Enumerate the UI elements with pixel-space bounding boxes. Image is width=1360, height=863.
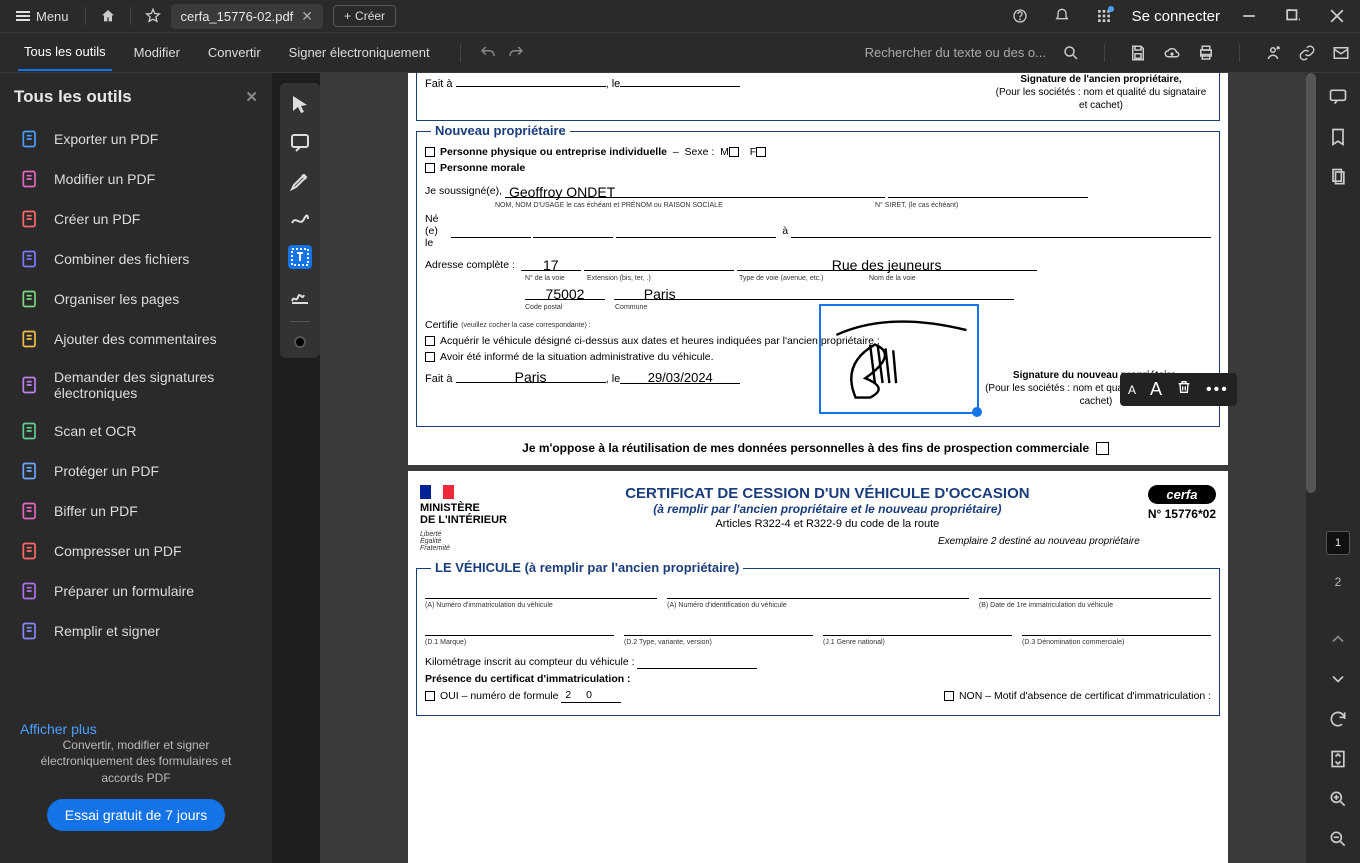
sidebar-item[interactable]: Combiner des fichiers — [14, 241, 258, 277]
undo-icon[interactable] — [479, 44, 497, 62]
sidebar-item[interactable]: Remplir et signer — [14, 613, 258, 649]
signin-button[interactable]: Se connecter — [1132, 8, 1220, 25]
sign-icon[interactable] — [288, 283, 312, 307]
main-area: Tous les outils✕ Exporter un PDF Modifier… — [0, 73, 1360, 863]
home-icon[interactable] — [100, 8, 116, 24]
pages-panel-icon[interactable] — [1328, 167, 1348, 187]
redo-icon[interactable] — [507, 44, 525, 62]
sidebar-item[interactable]: Biffer un PDF — [14, 493, 258, 529]
section-vehicle: LE VÉHICULE (à remplir par l'ancien prop… — [431, 560, 743, 575]
signature-toolbar: A A ••• — [1120, 373, 1237, 406]
trial-button[interactable]: Essai gratuit de 7 jours — [47, 799, 225, 831]
section-new-owner: Nouveau propriétaire — [431, 123, 570, 138]
scroll-up-icon[interactable] — [1328, 629, 1348, 649]
scrollbar[interactable] — [1306, 73, 1316, 493]
sidebar-item[interactable]: Compresser un PDF — [14, 533, 258, 569]
document-tab[interactable]: cerfa_15776-02.pdf✕ — [171, 4, 324, 29]
sidebar-item[interactable]: Exporter un PDF — [14, 121, 258, 157]
sidebar-title: Tous les outils✕ — [14, 87, 258, 107]
draw-icon[interactable] — [288, 207, 312, 231]
minimize-icon[interactable] — [1242, 9, 1256, 23]
pdf-page: Fait à , le Signature de l'ancien propri… — [408, 73, 1228, 863]
star-icon[interactable] — [145, 8, 161, 24]
fit-page-icon[interactable] — [1328, 749, 1348, 769]
text-large-icon[interactable]: A — [1150, 379, 1162, 400]
save-icon[interactable] — [1129, 44, 1147, 62]
rotate-icon[interactable] — [1328, 709, 1348, 729]
sidebar-item[interactable]: Ajouter des commentaires — [14, 321, 258, 357]
mail-icon[interactable] — [1332, 44, 1350, 62]
resize-handle[interactable] — [972, 407, 982, 417]
sidebar-close-icon[interactable]: ✕ — [245, 88, 258, 106]
quick-tools — [280, 83, 320, 358]
link-icon[interactable] — [1298, 44, 1316, 62]
help-icon[interactable] — [1012, 8, 1028, 24]
sidebar-item[interactable]: Scan et OCR — [14, 413, 258, 449]
close-window-icon[interactable] — [1330, 9, 1344, 23]
zoom-in-icon[interactable] — [1328, 789, 1348, 809]
scroll-down-icon[interactable] — [1328, 669, 1348, 689]
color-dot[interactable] — [294, 336, 306, 348]
sidebar-item[interactable]: Modifier un PDF — [14, 161, 258, 197]
maximize-icon[interactable] — [1286, 9, 1300, 23]
page-1-thumb[interactable]: 1 — [1326, 531, 1350, 555]
zoom-out-icon[interactable] — [1328, 829, 1348, 849]
delete-icon[interactable] — [1176, 379, 1192, 400]
sidebar-item[interactable]: Préparer un formulaire — [14, 573, 258, 609]
promo-text: Convertir, modifier et signer électroniq… — [14, 737, 258, 787]
tab-all-tools[interactable]: Tous les outils — [18, 34, 112, 71]
sidebar-item[interactable]: Demander des signatures électroniques — [14, 361, 258, 409]
comment-icon[interactable] — [288, 131, 312, 155]
text-icon[interactable] — [288, 245, 312, 269]
bookmark-panel-icon[interactable] — [1328, 127, 1348, 147]
cloud-icon[interactable] — [1163, 44, 1181, 62]
page-2-link[interactable]: 2 — [1335, 575, 1342, 589]
bell-icon[interactable] — [1054, 8, 1070, 24]
tab-convert[interactable]: Convertir — [202, 35, 267, 70]
search-placeholder[interactable]: Rechercher du texte ou des o... — [865, 45, 1046, 60]
titlebar: Menu cerfa_15776-02.pdf✕ +Créer Se conne… — [0, 0, 1360, 33]
toolbar: Tous les outils Modifier Convertir Signe… — [0, 33, 1360, 73]
signature-box[interactable] — [819, 304, 979, 414]
close-tab-icon[interactable]: ✕ — [301, 8, 313, 25]
more-icon[interactable]: ••• — [1206, 381, 1229, 399]
tab-sign[interactable]: Signer électroniquement — [283, 35, 436, 70]
right-panel: 1 2 — [1316, 73, 1360, 863]
sidebar-item[interactable]: Créer un PDF — [14, 201, 258, 237]
share-icon[interactable] — [1264, 44, 1282, 62]
search-icon[interactable] — [1062, 44, 1080, 62]
document-viewport[interactable]: Fait à , le Signature de l'ancien propri… — [320, 73, 1316, 863]
show-more-link[interactable]: Afficher plus — [14, 721, 258, 737]
menu-button[interactable]: Menu — [8, 5, 77, 28]
create-button[interactable]: +Créer — [333, 5, 396, 27]
text-small-icon[interactable]: A — [1128, 383, 1136, 397]
apps-icon[interactable] — [1096, 8, 1112, 24]
tab-modify[interactable]: Modifier — [128, 35, 186, 70]
pointer-icon[interactable] — [288, 93, 312, 117]
highlight-icon[interactable] — [288, 169, 312, 193]
comments-panel-icon[interactable] — [1328, 87, 1348, 107]
sidebar-item[interactable]: Organiser les pages — [14, 281, 258, 317]
print-icon[interactable] — [1197, 44, 1215, 62]
sidebar: Tous les outils✕ Exporter un PDF Modifier… — [0, 73, 272, 863]
sidebar-item[interactable]: Protéger un PDF — [14, 453, 258, 489]
